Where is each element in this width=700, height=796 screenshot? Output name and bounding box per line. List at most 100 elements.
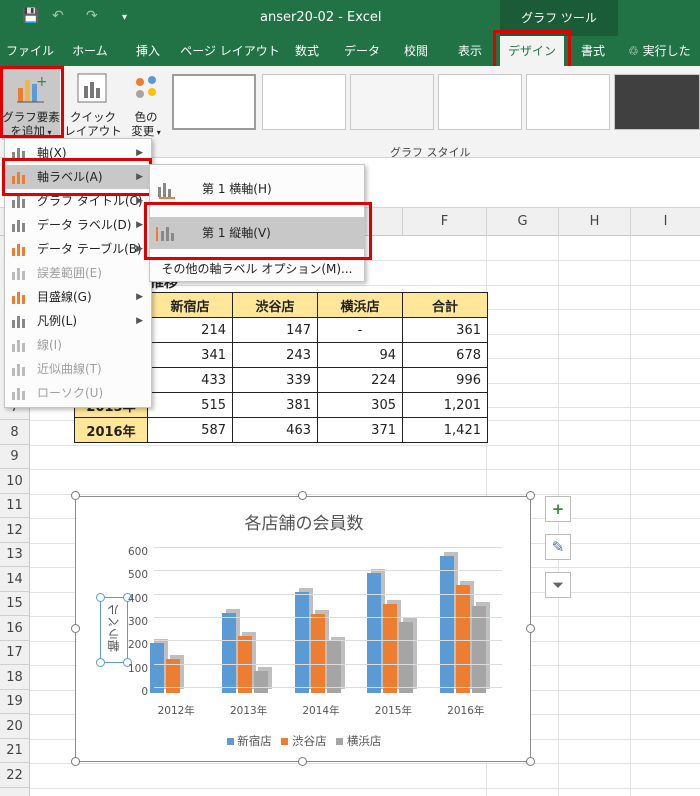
chart-resize-handle[interactable] <box>71 624 80 633</box>
menu-item-icon <box>12 172 25 184</box>
row-header[interactable]: 11 <box>0 494 30 518</box>
menu-item-icon <box>12 388 25 400</box>
row-header[interactable]: 19 <box>0 690 30 714</box>
more-axis-title-options[interactable]: その他の軸ラベル オプション(M)... <box>150 257 364 281</box>
bar-横浜店-2013年[interactable] <box>254 671 269 693</box>
row-header[interactable]: 18 <box>0 665 30 690</box>
x-tick-label: 2013年 <box>229 705 268 717</box>
chart-resize-handle[interactable] <box>526 624 535 633</box>
value-cell[interactable]: - <box>317 317 403 343</box>
menu-item-4[interactable]: データ テーブル(B) ▶ <box>5 237 151 261</box>
row-header[interactable]: 21 <box>0 739 30 763</box>
bar-渋谷店-2013年[interactable] <box>238 636 253 693</box>
value-cell[interactable]: 1,201 <box>402 392 488 418</box>
bar-新宿店-2015年[interactable] <box>367 572 382 693</box>
value-cell[interactable]: 339 <box>232 367 318 393</box>
row-header[interactable]: 10 <box>0 469 30 494</box>
header-yokohama[interactable]: 横浜店 <box>317 292 403 318</box>
header-shibuya[interactable]: 渋谷店 <box>232 292 318 318</box>
chart-title[interactable]: 各店舗の会員数 <box>76 509 532 534</box>
menu-item-label: その他の軸ラベル オプション(M)... <box>161 262 353 276</box>
chart-resize-handle[interactable] <box>298 491 307 500</box>
value-cell[interactable]: 587 <box>147 417 233 443</box>
chart-resize-handle[interactable] <box>526 491 535 500</box>
resize-handle[interactable] <box>96 593 105 602</box>
row-header[interactable]: 17 <box>0 641 30 665</box>
y-tick-label: 100 <box>127 662 148 675</box>
x-tick-label: 2016年 <box>447 705 485 717</box>
chart-filters-button[interactable]: ⏷ <box>545 572 571 598</box>
axis-label-box[interactable]: 軸ラベル <box>100 597 128 663</box>
row-gridline <box>30 787 700 789</box>
chart-resize-handle[interactable] <box>526 757 535 766</box>
x-tick-label: 2012年 <box>157 705 195 717</box>
primary-horizontal-axis-title[interactable]: 第 1 横軸(H) <box>150 175 364 203</box>
value-cell[interactable]: 515 <box>147 392 233 418</box>
value-cell[interactable]: 463 <box>232 417 318 443</box>
table-row: 2016年 587 463 371 1,421 <box>74 417 488 443</box>
value-cell[interactable]: 341 <box>147 342 233 368</box>
row-header[interactable]: 15 <box>0 592 30 616</box>
row-header[interactable]: 13 <box>0 543 30 567</box>
bar-渋谷店-2014年[interactable] <box>310 613 325 693</box>
chart-legend[interactable]: 新宿店 渋谷店 横浜店 <box>76 733 532 749</box>
plot-area[interactable] <box>140 553 502 693</box>
row-header[interactable]: 9 <box>0 445 30 469</box>
value-cell[interactable]: 678 <box>402 342 488 368</box>
menu-item-icon <box>12 364 25 376</box>
row-header[interactable]: 22 <box>0 763 30 788</box>
menu-item-icon <box>12 244 25 256</box>
chart-styles-button[interactable]: ✎ <box>545 534 571 560</box>
year-cell[interactable]: 2016年 <box>74 417 148 443</box>
chart-resize-handle[interactable] <box>71 757 80 766</box>
header-shinjuku[interactable]: 新宿店 <box>147 292 233 318</box>
row-header[interactable]: 12 <box>0 518 30 543</box>
chart-gridline <box>154 547 502 548</box>
row-header[interactable]: 16 <box>0 616 30 641</box>
value-cell[interactable]: 361 <box>402 317 488 343</box>
row-header[interactable]: 20 <box>0 714 30 739</box>
value-cell[interactable]: 224 <box>317 367 403 393</box>
value-cell[interactable]: 243 <box>232 342 318 368</box>
menu-item-icon <box>12 148 25 160</box>
bar-新宿店-2013年[interactable] <box>222 613 237 693</box>
chart-gridline <box>154 687 502 688</box>
value-cell[interactable]: 214 <box>147 317 233 343</box>
value-cell[interactable]: 147 <box>232 317 318 343</box>
submenu-arrow-icon: ▶ <box>136 292 143 302</box>
add-chart-element-menu: 軸(X) ▶ 軸ラベル(A) ▶ グラフ タイトル(C) ▶ データ ラベル(D) ▶ データ … <box>4 138 152 408</box>
bar-新宿店-2016年[interactable] <box>439 556 454 693</box>
resize-handle[interactable] <box>96 658 105 667</box>
menu-item-0[interactable]: 軸(X) ▶ <box>5 141 151 165</box>
row-header[interactable]: 14 <box>0 567 30 592</box>
bar-新宿店-2012年[interactable] <box>150 643 164 693</box>
value-cell[interactable]: 94 <box>317 342 403 368</box>
value-cell[interactable]: 371 <box>317 417 403 443</box>
menu-item-label: 凡例(L) <box>37 314 78 328</box>
legend-entry-yokohama: 横浜店 <box>346 734 382 748</box>
submenu-arrow-icon: ▶ <box>136 316 143 326</box>
value-cell[interactable]: 996 <box>402 367 488 393</box>
row-header[interactable]: 8 <box>0 420 30 445</box>
chart-elements-button[interactable]: + <box>545 496 571 522</box>
value-cell[interactable]: 433 <box>147 367 233 393</box>
primary-vertical-axis-title[interactable]: 第 1 縦軸(V) <box>150 217 364 249</box>
bar-新宿店-2014年[interactable] <box>294 591 309 693</box>
submenu-arrow-icon: ▶ <box>136 244 143 254</box>
bar-横浜店-2014年[interactable] <box>326 640 341 693</box>
bar-横浜店-2015年[interactable] <box>399 621 414 693</box>
menu-item-6[interactable]: 目盛線(G) ▶ <box>5 285 151 309</box>
menu-item-3[interactable]: データ ラベル(D) ▶ <box>5 213 151 237</box>
bar-横浜店-2016年[interactable] <box>471 606 486 693</box>
menu-item-1[interactable]: 軸ラベル(A) ▶ <box>5 165 151 189</box>
chart-area[interactable]: 各店舗の会員数 軸ラベル 新宿店 渋谷店 横浜店 600 500 400 300 200… <box>75 496 531 762</box>
header-total[interactable]: 合計 <box>402 292 488 318</box>
value-cell[interactable]: 1,421 <box>402 417 488 443</box>
menu-item-2[interactable]: グラフ タイトル(C) ▶ <box>5 189 151 213</box>
value-cell[interactable]: 381 <box>232 392 318 418</box>
value-cell[interactable]: 305 <box>317 392 403 418</box>
menu-item-7[interactable]: 凡例(L) ▶ <box>5 309 151 333</box>
bar-渋谷店-2016年[interactable] <box>455 584 470 693</box>
chart-resize-handle[interactable] <box>71 491 80 500</box>
chart-resize-handle[interactable] <box>298 757 307 766</box>
